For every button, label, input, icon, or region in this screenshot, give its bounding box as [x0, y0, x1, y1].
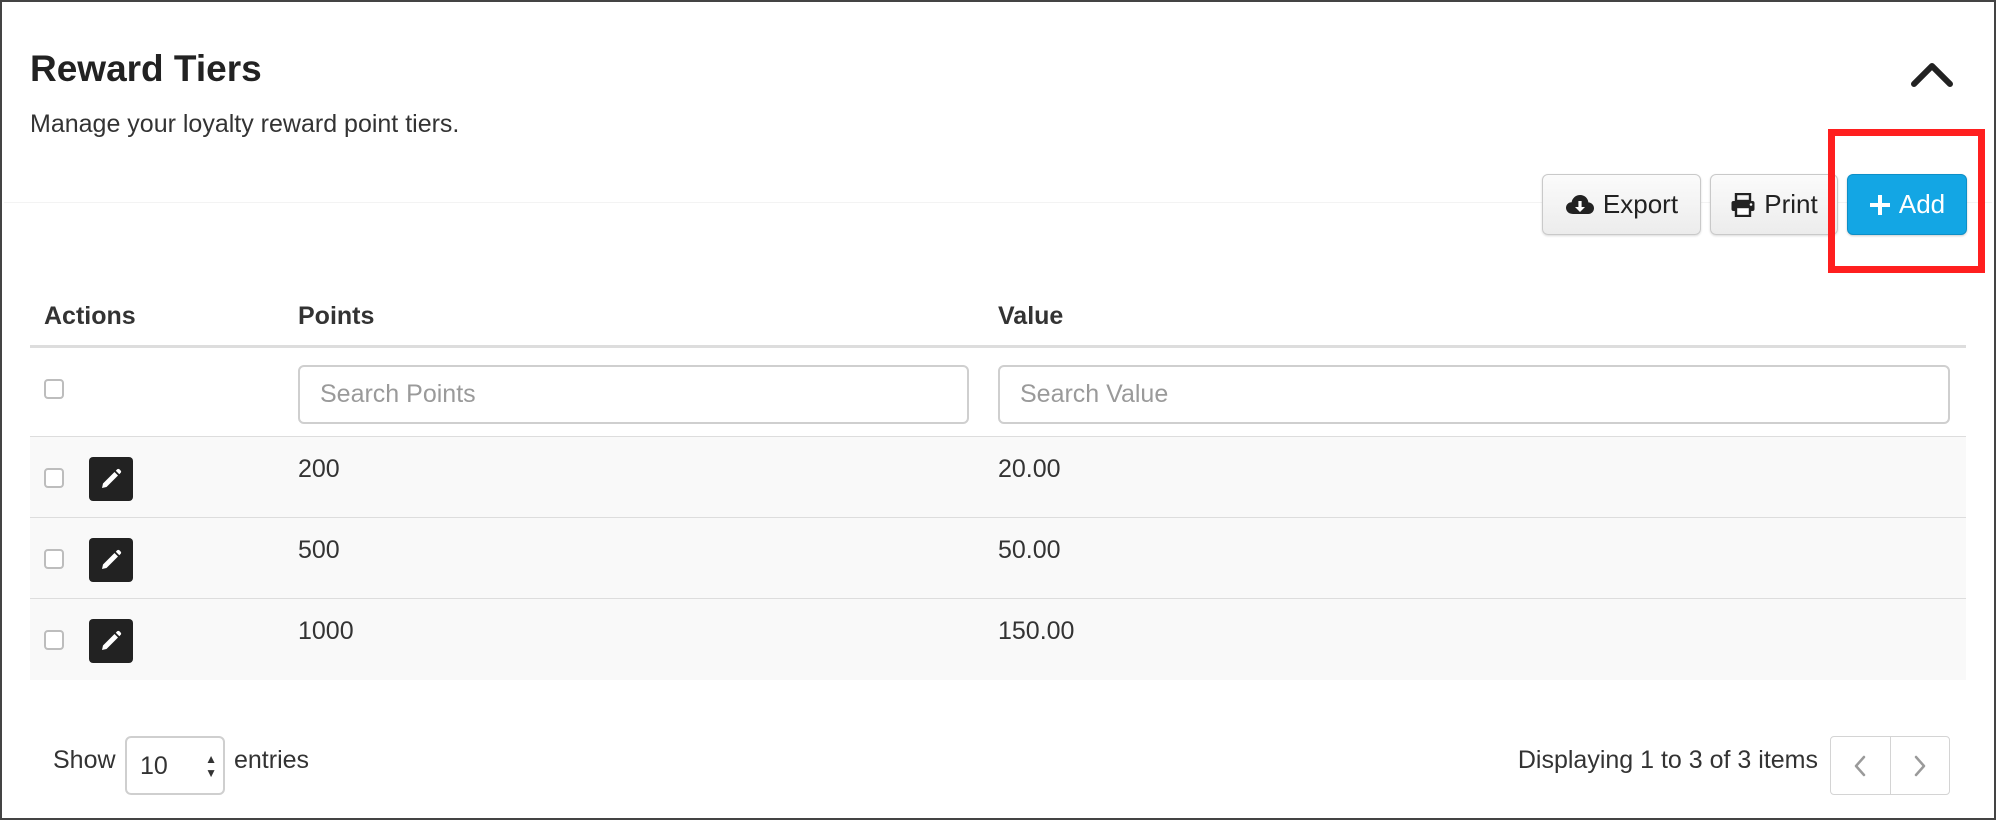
table-header: Actions Points Value [30, 290, 1966, 348]
export-button-label: Export [1602, 189, 1679, 219]
table-row: 200 20.00 [30, 437, 1966, 518]
search-value-input[interactable] [998, 365, 1950, 424]
search-points-input[interactable] [298, 365, 969, 424]
row-checkbox[interactable] [44, 468, 64, 488]
select-all-checkbox[interactable] [44, 379, 64, 399]
value-cell: 50.00 [998, 536, 1061, 564]
row-checkbox[interactable] [44, 630, 64, 650]
export-button[interactable]: Export [1542, 174, 1701, 235]
points-cell: 500 [298, 536, 340, 564]
select-arrows-icon: ▲ ▼ [205, 752, 217, 780]
table-row: 1000 150.00 [30, 599, 1966, 680]
entries-label: entries [234, 746, 310, 774]
pencil-icon [102, 468, 122, 488]
show-label: Show [53, 746, 116, 774]
reward-tiers-table: Actions Points Value 200 20.00 [30, 290, 1966, 680]
filter-row [30, 348, 1966, 437]
chevron-up-icon [1911, 63, 1953, 87]
table-footer: Show 10 ▲ ▼ entries Displaying 1 to 3 of … [2, 736, 1994, 796]
cloud-download-icon [1565, 194, 1594, 214]
toolbar: Export Print Add [1542, 174, 1967, 235]
column-header-actions: Actions [44, 302, 136, 330]
value-cell: 20.00 [998, 455, 1061, 483]
row-checkbox[interactable] [44, 549, 64, 569]
page-title: Reward Tiers [30, 48, 262, 89]
points-cell: 1000 [298, 617, 354, 645]
pagination [1830, 736, 1950, 795]
page-subtitle: Manage your loyalty reward point tiers. [30, 110, 460, 138]
next-page-button[interactable] [1889, 737, 1950, 794]
print-button-label: Print [1764, 189, 1818, 219]
column-header-points: Points [298, 302, 375, 330]
value-cell: 150.00 [998, 617, 1075, 645]
add-button-label: Add [1898, 189, 1946, 219]
chevron-right-icon [1914, 755, 1925, 776]
points-cell: 200 [298, 455, 340, 483]
chevron-left-icon [1855, 755, 1866, 776]
collapse-button[interactable] [1908, 56, 1956, 92]
page-size-select[interactable]: 10 ▲ ▼ [125, 736, 225, 795]
plus-icon [1869, 194, 1890, 215]
pencil-icon [102, 630, 122, 650]
page-size-value: 10 [140, 752, 168, 780]
previous-page-button[interactable] [1831, 737, 1890, 794]
table-row: 500 50.00 [30, 518, 1966, 599]
print-button[interactable]: Print [1710, 174, 1838, 235]
edit-button[interactable] [89, 538, 133, 582]
edit-button[interactable] [89, 619, 133, 663]
printer-icon [1731, 192, 1755, 217]
pencil-icon [102, 549, 122, 569]
reward-tiers-panel: Reward Tiers Manage your loyalty reward … [0, 0, 1996, 820]
pagination-info: Displaying 1 to 3 of 3 items [1517, 746, 1818, 774]
edit-button[interactable] [89, 457, 133, 501]
add-button[interactable]: Add [1847, 174, 1967, 235]
column-header-value: Value [998, 302, 1064, 330]
